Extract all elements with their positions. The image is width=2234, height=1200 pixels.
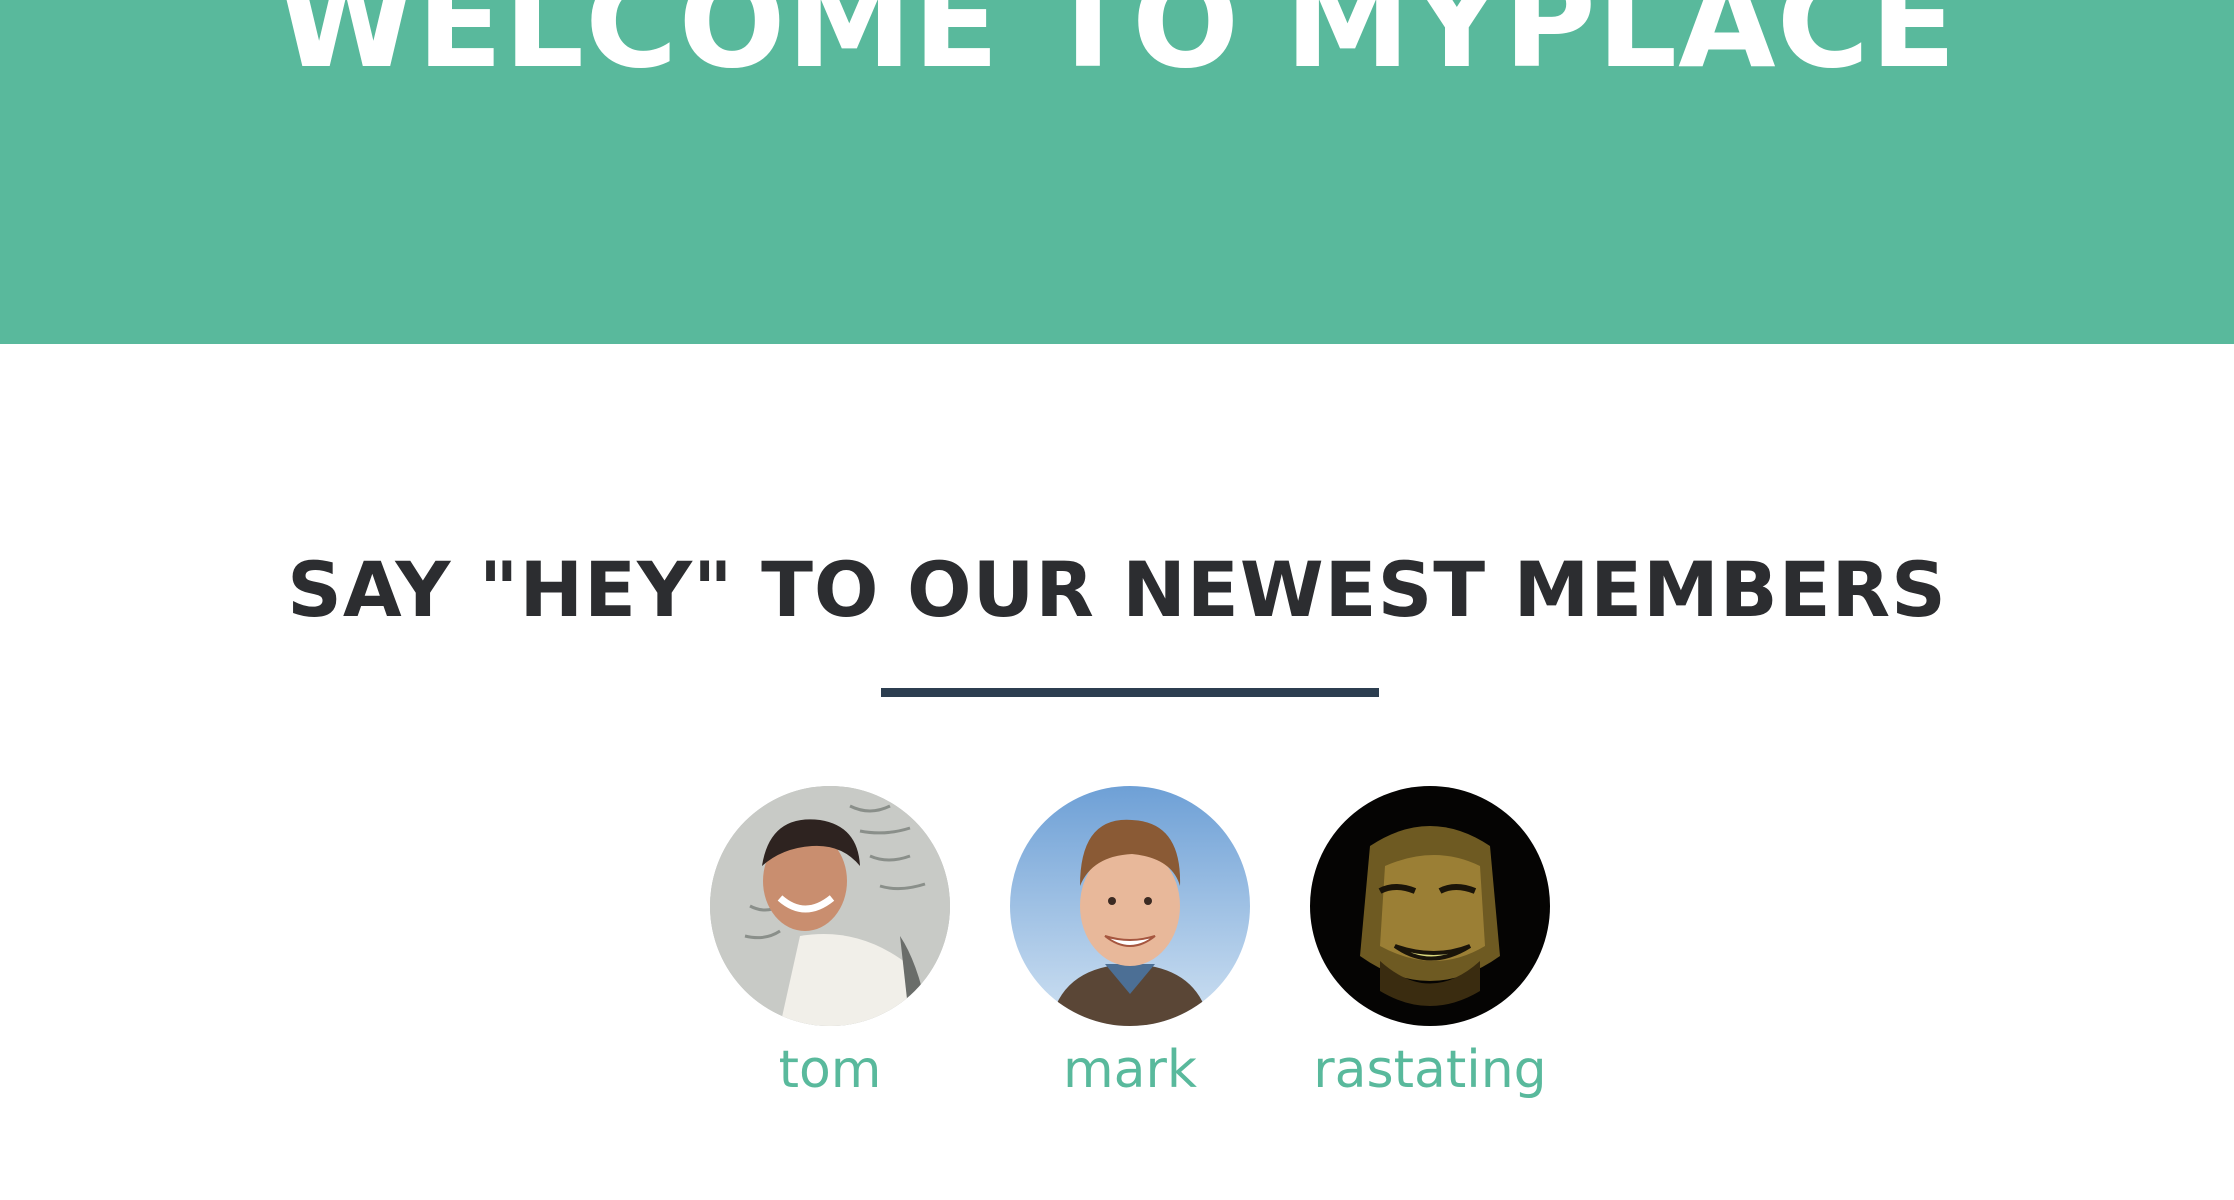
avatar[interactable] [1010, 786, 1250, 1026]
avatar-photo [1310, 786, 1550, 1026]
member-name[interactable]: rastating [1280, 1038, 1580, 1102]
avatar[interactable] [1310, 786, 1550, 1026]
heading-divider [881, 688, 1379, 697]
avatar[interactable] [710, 786, 950, 1026]
hero-title: WELCOME TO MYPLACE [276, 0, 1958, 96]
newest-members-list: tom mark rastating [0, 786, 2234, 1106]
member-name[interactable]: mark [980, 1038, 1280, 1102]
member-name[interactable]: tom [680, 1038, 980, 1102]
avatar-photo [710, 786, 950, 1026]
newest-members-heading: SAY "HEY" TO OUR NEWEST MEMBERS [287, 545, 1947, 634]
hero-banner: WELCOME TO MYPLACE [0, 0, 2234, 344]
avatar-photo [1010, 786, 1250, 1026]
